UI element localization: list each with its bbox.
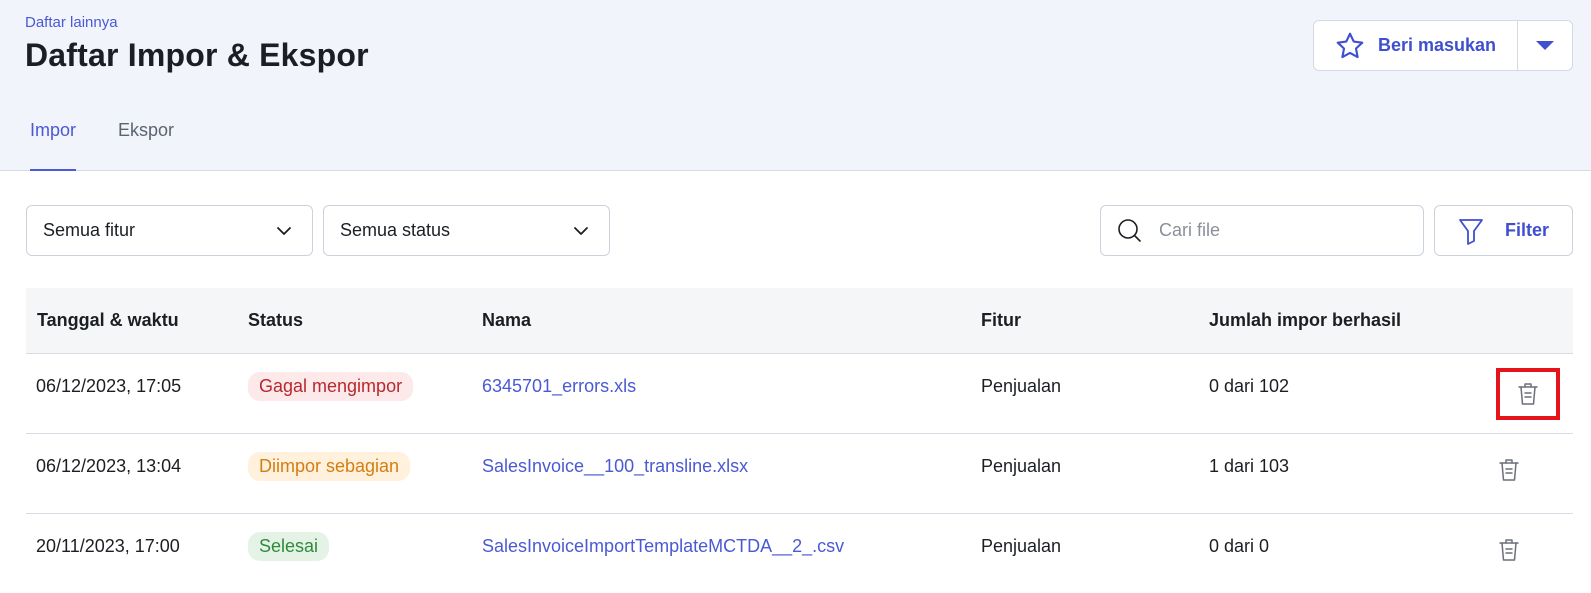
tab-bar: Impor Ekspor (30, 120, 216, 171)
delete-button[interactable] (1496, 456, 1522, 484)
row-feature: Penjualan (981, 456, 1062, 476)
row-feature: Penjualan (981, 376, 1062, 396)
row-feature: Penjualan (981, 536, 1062, 556)
row-count: 1 dari 103 (1209, 456, 1290, 476)
file-link[interactable]: SalesInvoiceImportTemplateMCTDA__2_.csv (482, 514, 844, 579)
search-icon (1118, 218, 1141, 242)
column-header-count[interactable]: Jumlah impor berhasil (1209, 310, 1401, 331)
file-link[interactable]: 6345701_errors.xls (482, 354, 636, 419)
row-datetime: 06/12/2023, 17:05 (36, 376, 182, 396)
feature-select-value: Semua fitur (43, 220, 136, 240)
chevron-down-icon (277, 226, 291, 235)
tab-ekspor[interactable]: Ekspor (118, 120, 174, 170)
search-box (1100, 205, 1424, 256)
breadcrumb[interactable]: Daftar lainnya (25, 14, 118, 31)
table-header: Tanggal & waktu Status Nama Fitur Jumlah… (26, 288, 1573, 354)
delete-button[interactable] (1496, 536, 1522, 564)
search-input[interactable] (1159, 220, 1399, 241)
tab-impor[interactable]: Impor (30, 120, 77, 171)
status-select-value: Semua status (340, 220, 451, 240)
table-row: 06/12/2023, 13:04 Diimpor sebagian Sales… (26, 434, 1573, 514)
chevron-down-icon (574, 226, 588, 235)
feedback-label: Beri masukan (1378, 35, 1497, 55)
filter-label: Filter (1505, 220, 1550, 240)
import-table: Tanggal & waktu Status Nama Fitur Jumlah… (26, 288, 1573, 593)
feedback-button[interactable]: Beri masukan (1314, 21, 1517, 70)
trash-icon (1499, 459, 1519, 481)
feedback-split-button: Beri masukan (1313, 20, 1573, 71)
status-badge: Gagal mengimpor (248, 372, 414, 401)
row-count: 0 dari 0 (1209, 536, 1270, 556)
column-header-name[interactable]: Nama (482, 310, 531, 331)
table-row: 06/12/2023, 17:05 Gagal mengimpor 634570… (26, 354, 1573, 434)
trash-icon (1518, 383, 1538, 405)
funnel-icon (1459, 218, 1483, 245)
column-header-datetime[interactable]: Tanggal & waktu (37, 310, 179, 331)
trash-icon (1499, 539, 1519, 561)
feature-select[interactable]: Semua fitur (26, 205, 313, 256)
status-badge: Selesai (248, 532, 330, 561)
feedback-dropdown-button[interactable] (1518, 21, 1572, 70)
column-header-status[interactable]: Status (248, 310, 303, 331)
row-datetime: 06/12/2023, 13:04 (36, 456, 182, 476)
page-title: Daftar Impor & Ekspor (25, 37, 369, 73)
filter-button[interactable]: Filter (1434, 205, 1573, 256)
column-header-feature[interactable]: Fitur (981, 310, 1021, 331)
table-row: 20/11/2023, 17:00 Selesai SalesInvoiceIm… (26, 514, 1573, 593)
page-header: Daftar lainnya Daftar Impor & Ekspor Ber… (0, 0, 1591, 171)
file-link[interactable]: SalesInvoice__100_transline.xlsx (482, 434, 748, 499)
caret-down-icon (1536, 41, 1554, 50)
star-icon (1336, 32, 1364, 58)
delete-button[interactable] (1496, 368, 1560, 420)
row-datetime: 20/11/2023, 17:00 (36, 536, 180, 556)
status-select[interactable]: Semua status (323, 205, 610, 256)
status-badge: Diimpor sebagian (248, 452, 411, 481)
row-count: 0 dari 102 (1209, 376, 1290, 396)
